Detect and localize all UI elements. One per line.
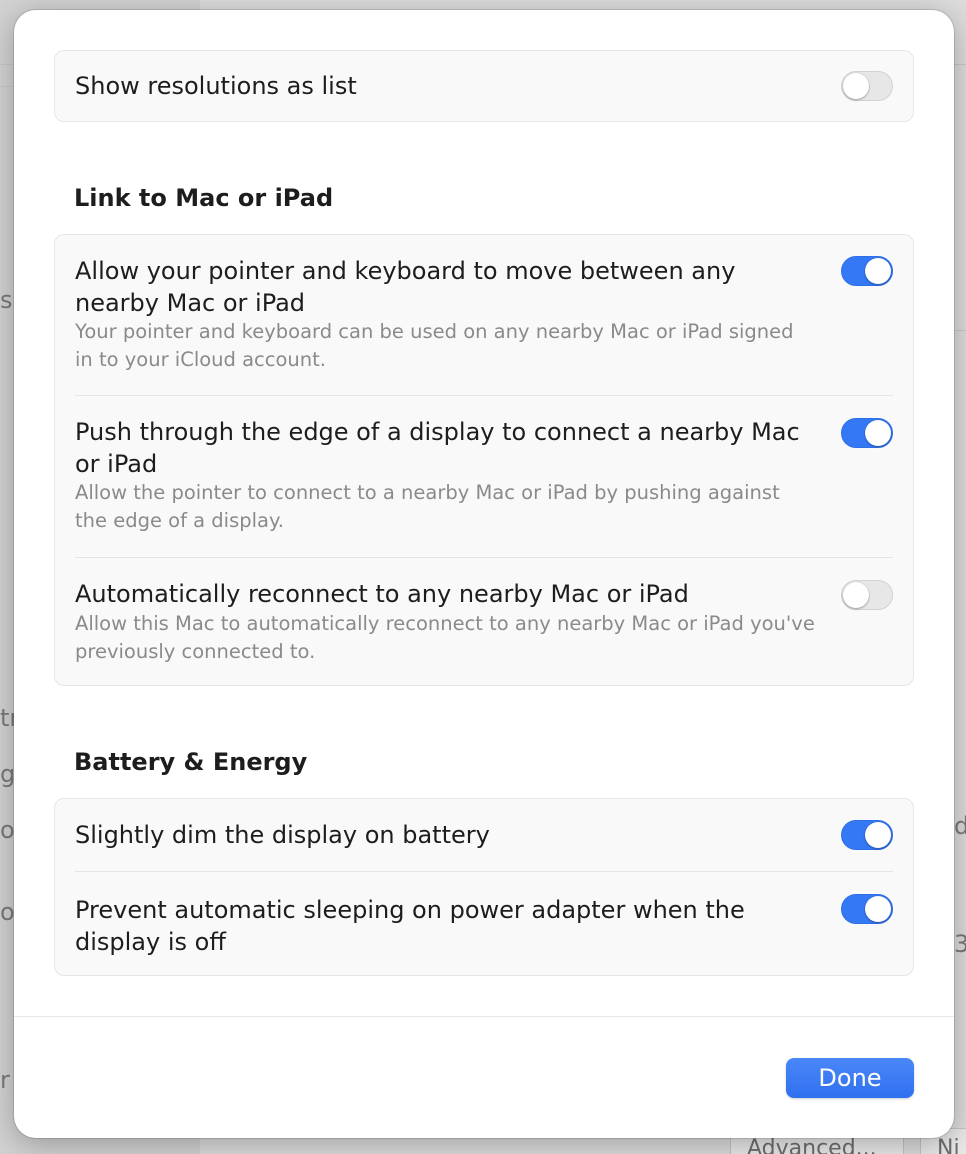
background-divider: [954, 330, 966, 331]
link-options-card: Allow your pointer and keyboard to move …: [54, 234, 914, 686]
allow-pointer-keyboard-row: Allow your pointer and keyboard to move …: [55, 235, 913, 396]
footer-divider: [14, 1016, 954, 1017]
allow-pointer-keyboard-title: Allow your pointer and keyboard to move …: [75, 257, 736, 317]
battery-section-header: Battery & Energy: [74, 748, 308, 776]
auto-reconnect-title: Automatically reconnect to any nearby Ma…: [75, 580, 689, 608]
toggle-knob: [843, 73, 869, 99]
done-button[interactable]: Done: [786, 1058, 914, 1098]
resolution-options-card: Show resolutions as list: [54, 50, 914, 122]
background-text-fragment: o: [0, 816, 15, 844]
push-through-edge-toggle[interactable]: [841, 418, 893, 448]
allow-pointer-keyboard-toggle[interactable]: [841, 256, 893, 286]
push-through-edge-subtitle: Allow the pointer to connect to a nearby…: [75, 481, 780, 532]
auto-reconnect-subtitle: Allow this Mac to automatically reconnec…: [75, 612, 815, 663]
background-text-fragment: o: [0, 898, 15, 926]
display-advanced-sheet: Show resolutions as list Link to Mac or …: [14, 10, 954, 1138]
auto-reconnect-row: Automatically reconnect to any nearby Ma…: [55, 558, 913, 685]
background-text-fragment: di: [954, 812, 966, 840]
push-through-edge-row: Push through the edge of a display to co…: [55, 396, 913, 558]
dim-on-battery-toggle[interactable]: [841, 820, 893, 850]
background-text-fragment: 3-: [954, 930, 966, 958]
allow-pointer-keyboard-subtitle: Your pointer and keyboard can be used on…: [75, 320, 794, 371]
dim-on-battery-title: Slightly dim the display on battery: [75, 821, 490, 849]
background-text-fragment: r: [0, 1066, 10, 1094]
push-through-edge-title: Push through the edge of a display to co…: [75, 418, 800, 478]
toggle-knob: [843, 582, 869, 608]
auto-reconnect-toggle[interactable]: [841, 580, 893, 610]
toggle-knob: [865, 896, 891, 922]
toggle-knob: [865, 822, 891, 848]
prevent-sleep-row: Prevent automatic sleeping on power adap…: [55, 872, 913, 975]
background-text-fragment: s: [0, 286, 13, 314]
prevent-sleep-toggle[interactable]: [841, 894, 893, 924]
show-resolutions-toggle[interactable]: [841, 71, 893, 101]
toggle-knob: [865, 420, 891, 446]
sheet-content: Show resolutions as list Link to Mac or …: [14, 10, 954, 1016]
show-resolutions-row: Show resolutions as list: [55, 51, 913, 121]
show-resolutions-label: Show resolutions as list: [75, 72, 357, 100]
prevent-sleep-title: Prevent automatic sleeping on power adap…: [75, 896, 745, 956]
link-section-header: Link to Mac or iPad: [74, 184, 334, 212]
battery-options-card: Slightly dim the display on battery Prev…: [54, 798, 914, 976]
toggle-knob: [865, 258, 891, 284]
dim-on-battery-row: Slightly dim the display on battery: [55, 799, 913, 872]
